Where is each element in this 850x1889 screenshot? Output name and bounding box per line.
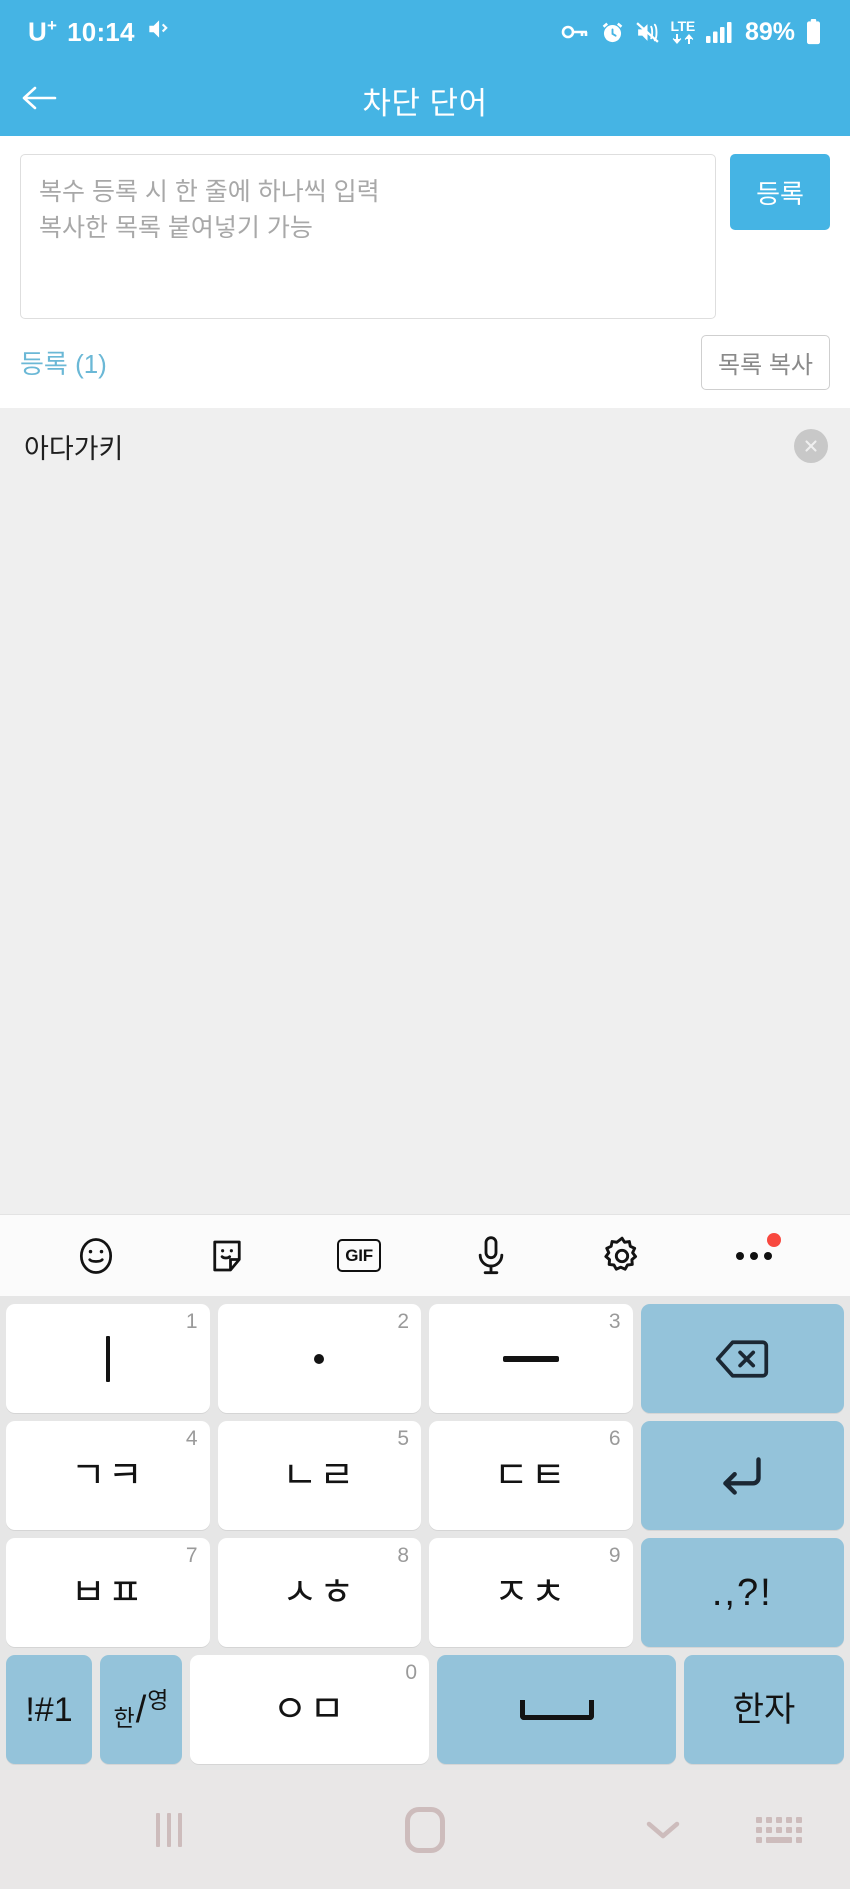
registered-count-label: 등록 (1)	[20, 349, 107, 379]
gif-icon[interactable]: GIF	[324, 1221, 394, 1291]
key-label: ㅇㅁ	[272, 1688, 347, 1731]
status-bar-right: LTE 89%	[560, 18, 822, 47]
microphone-icon[interactable]	[456, 1221, 526, 1291]
key-number: 7	[185, 1544, 198, 1567]
keyboard-switch-icon[interactable]	[756, 1816, 802, 1843]
phone-screen: U+ 10:14 LTE 89% 차단 단어 복수 등록 시 한 줄에 하나씩 …	[0, 0, 850, 1889]
back-arrow-icon	[19, 82, 59, 119]
gear-icon[interactable]	[587, 1221, 657, 1291]
carrier-label: U+	[28, 16, 58, 47]
hanja-key[interactable]: 한자	[684, 1655, 844, 1764]
key-bp[interactable]: 7 ㅂㅍ	[6, 1538, 210, 1647]
navigation-bar	[0, 1770, 850, 1889]
emoji-icon[interactable]	[61, 1221, 131, 1291]
status-bar: U+ 10:14 LTE 89%	[0, 0, 850, 64]
key-number: 1	[185, 1310, 198, 1333]
key-number: 6	[608, 1427, 621, 1450]
punctuation-key[interactable]: .,?!	[640, 1538, 844, 1647]
keyboard-switch-grid	[756, 1816, 802, 1843]
signal-bars-icon	[705, 20, 733, 44]
key-glyph-vertical-stroke	[105, 1335, 110, 1382]
more-dots	[736, 1251, 773, 1260]
recents-icon[interactable]	[156, 1812, 182, 1847]
gif-label: GIF	[337, 1239, 381, 1272]
keyboard-row-3: 7 ㅂㅍ 8 ㅅㅎ 9 ㅈㅊ .,?!	[6, 1538, 844, 1647]
key-ngm[interactable]: 0 ㅇㅁ	[190, 1655, 429, 1764]
key-number: 2	[397, 1310, 409, 1333]
blocked-word-input[interactable]	[20, 154, 716, 319]
copy-list-button[interactable]: 목록 복사	[701, 335, 830, 390]
key-label: ㅅㅎ	[282, 1571, 357, 1614]
sticker-icon[interactable]	[192, 1221, 262, 1291]
key-nr[interactable]: 5 ㄴㄹ	[217, 1421, 421, 1530]
close-circle-icon[interactable]	[794, 429, 828, 463]
key-gk[interactable]: 4 ㄱㅋ	[6, 1421, 210, 1530]
list-item[interactable]: 아다가키	[0, 412, 850, 480]
key-label: 한 / 영	[113, 1687, 169, 1731]
key-glyph-horizontal-stroke	[502, 1355, 559, 1362]
key-number: 5	[397, 1427, 409, 1450]
keyboard-toolbar: GIF	[0, 1214, 850, 1296]
list-header: 등록 (1) 목록 복사	[0, 319, 850, 408]
app-bar: 차단 단어	[0, 64, 850, 136]
network-type-icon: LTE	[670, 19, 695, 45]
space-glyph	[519, 1699, 594, 1720]
home-icon[interactable]	[405, 1806, 445, 1853]
key-label: ㄷㅌ	[493, 1454, 568, 1497]
symbols-key[interactable]: !#1	[6, 1655, 92, 1764]
key-ㅡ[interactable]: 3	[429, 1304, 633, 1413]
page-title: 차단 단어	[362, 85, 488, 121]
key-ㅣ[interactable]: 1	[6, 1304, 210, 1413]
recents-bars	[156, 1812, 182, 1847]
home-square	[405, 1806, 445, 1853]
alarm-icon	[600, 20, 625, 45]
battery-percent-label: 89%	[744, 17, 795, 46]
notification-badge	[767, 1232, 782, 1247]
battery-icon	[805, 19, 822, 45]
compose-area: 등록	[0, 136, 850, 319]
lang-toggle-icon[interactable]: 한 / 영	[100, 1655, 182, 1764]
key-dot[interactable]: 2	[217, 1304, 421, 1413]
key-glyph-dot	[314, 1353, 325, 1364]
keyboard-row-1: 1 2 3	[6, 1304, 844, 1413]
key-jch[interactable]: 9 ㅈㅊ	[429, 1538, 633, 1647]
key-label: .,?!	[711, 1571, 773, 1614]
key-label: ㄱㅋ	[70, 1454, 145, 1497]
list-item-label: 아다가키	[24, 433, 124, 464]
key-label: ㄴㄹ	[282, 1454, 357, 1497]
chevron-down-icon[interactable]	[644, 1817, 682, 1843]
space-icon[interactable]	[437, 1655, 676, 1764]
key-number: 0	[405, 1661, 417, 1684]
status-bar-left: U+ 10:14	[28, 16, 171, 49]
key-number: 9	[608, 1544, 621, 1567]
key-number: 8	[397, 1544, 409, 1567]
backspace-icon[interactable]	[640, 1304, 844, 1413]
key-number: 3	[608, 1310, 621, 1333]
more-options-icon[interactable]	[719, 1221, 789, 1291]
enter-icon[interactable]	[640, 1421, 844, 1530]
keyboard-row-4: !#1 한 / 영 0 ㅇㅁ 한자	[6, 1655, 844, 1764]
key-label: ㅂㅍ	[70, 1571, 145, 1614]
keyboard-row-2: 4 ㄱㅋ 5 ㄴㄹ 6 ㄷㅌ	[6, 1421, 844, 1530]
key-label: ㅈㅊ	[493, 1571, 568, 1614]
back-button[interactable]	[0, 64, 78, 136]
status-time: 10:14	[67, 16, 135, 47]
vpn-key-icon	[560, 21, 590, 43]
key-number: 4	[185, 1427, 198, 1450]
sound-off-icon	[635, 20, 660, 45]
key-label: 한자	[732, 1690, 796, 1729]
register-button[interactable]: 등록	[730, 154, 830, 230]
key-label: !#1	[25, 1690, 73, 1729]
korean-keyboard: 1 2 3 4 ㄱㅋ 5 ㄴㄹ 6 ㄷㅌ 7 ㅂㅍ 8 ㅅㅎ 9 ㅈㅊ .,?!…	[0, 1296, 850, 1770]
mute-vibrate-icon	[145, 16, 171, 49]
blocked-words-list[interactable]: 아다가키	[0, 408, 850, 1214]
key-dt[interactable]: 6 ㄷㅌ	[429, 1421, 633, 1530]
key-sh[interactable]: 8 ㅅㅎ	[217, 1538, 421, 1647]
